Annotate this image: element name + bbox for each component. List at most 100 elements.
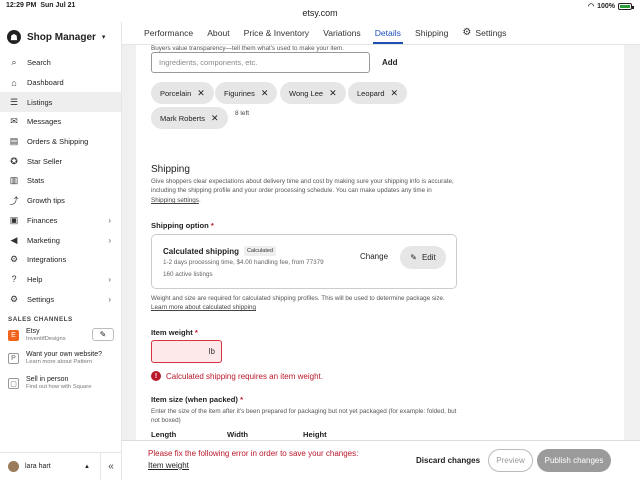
sidebar-item-label: Help [27,274,43,284]
sidebar-item-settings[interactable]: ⚙ Settings › [0,289,121,309]
user-menu[interactable]: lara hart ▲ « [0,452,121,480]
tab-label: About [207,27,230,38]
sidebar-item-integrations[interactable]: ⚙ Integrations [0,250,121,270]
required-marker: * [194,328,198,337]
channel-square[interactable]: ▢ Sell in person Find out how with Squar… [8,376,91,390]
material-chip[interactable]: Mark Roberts ✕ [151,107,228,129]
change-shipping-button[interactable]: Change [360,252,388,261]
channel-etsy[interactable]: E Etsy InventifDesigns [8,328,66,342]
sidebar-item-orders-shipping[interactable]: ▤ Orders & Shipping [0,132,121,152]
channel-pattern[interactable]: P Want your own website? Learn more abou… [8,351,102,365]
tab-price-inventory[interactable]: Price & Inventory [237,21,316,44]
edit-channel-button[interactable]: ✎ [92,328,114,341]
sidebar-item-label: Stats [27,176,45,186]
sidebar-item-star-seller[interactable]: ✪ Star Seller [0,151,121,171]
sidebar-item-search[interactable]: ⌕ Search [0,53,121,73]
channel-subtitle: Find out how with Square [26,384,92,390]
remove-chip-icon[interactable]: ✕ [329,88,337,99]
finances-icon: ▣ [9,214,19,225]
sidebar-item-help[interactable]: ? Help › [0,270,121,290]
tab-about[interactable]: About [200,21,236,44]
footer-error: Please fix the following error in order … [148,449,359,458]
required-marker: * [240,395,244,404]
edit-label: Edit [421,253,436,262]
chevron-right-icon: › [108,294,111,304]
item-weight-error-link[interactable]: Item weight [148,461,189,470]
remove-chip-icon[interactable]: ✕ [211,113,219,124]
stats-icon: ▥ [9,175,19,186]
gear-icon: ⚙ [462,27,472,38]
sidebar-item-finances[interactable]: ▣ Finances › [0,211,121,231]
integrations-icon: ⚙ [9,254,19,265]
shipping-description: Give shoppers clear expectations about d… [151,178,454,204]
channel-title: Etsy [26,328,40,335]
material-chip[interactable]: Leopard ✕ [348,82,408,104]
length-label: Length [151,430,177,439]
caret-up-icon: ▲ [84,463,90,470]
tab-label: Price & Inventory [243,27,310,38]
sidebar-item-marketing[interactable]: ◀ Marketing › [0,230,121,250]
square-icon: ▢ [8,378,19,389]
chip-label: Leopard [357,88,385,98]
wifi-icon: ◠ [587,3,595,10]
shipping-settings-link[interactable]: Shipping settings [151,197,199,204]
shipping-description-text: Give shoppers clear expectations about d… [151,178,454,195]
tab-label: Performance [144,27,194,38]
address-url[interactable]: etsy.com [0,8,640,18]
channel-subtitle: InventifDesigns [26,336,66,342]
tab-settings[interactable]: ⚙ Settings [455,21,513,44]
collapse-sidebar-icon[interactable]: « [100,453,121,480]
shipping-option-listings: 160 active listings [163,271,213,278]
materials-input[interactable] [151,52,370,73]
calculated-shipping-link[interactable]: Learn more about calculated shipping [151,304,256,311]
item-weight-label: Item weight * [151,328,198,337]
shop-manager-icon: ☗ [7,30,21,44]
sidebar-item-dashboard[interactable]: ⌂ Dashboard [0,73,121,93]
sidebar-item-messages[interactable]: ✉ Messages [0,112,121,132]
tab-shipping[interactable]: Shipping [408,21,455,44]
materials-remaining: 8 left [235,110,250,117]
avatar [8,461,19,472]
shop-manager-menu[interactable]: ☗ Shop Manager ▾ [7,30,105,44]
material-chip[interactable]: Wong Lee ✕ [280,82,346,104]
main-content: Buyers value transparency—tell them what… [122,45,640,440]
preview-button[interactable]: Preview [488,449,533,472]
pencil-icon: ✎ [410,253,417,262]
weight-error-text: Calculated shipping requires an item wei… [166,371,323,381]
sidebar-item-growth-tips[interactable]: ⤴ Growth tips [0,191,121,211]
tab-performance[interactable]: Performance [137,21,200,44]
tab-label: Variations [323,27,361,38]
star-seller-icon: ✪ [10,155,18,166]
material-chip[interactable]: Porcelain ✕ [151,82,214,104]
sidebar-item-stats[interactable]: ▥ Stats [0,171,121,191]
remove-chip-icon[interactable]: ✕ [261,88,269,99]
sidebar-nav: ⌕ Search ⌂ Dashboard ☰ Listings ✉ Messages ▤ Orde… [0,53,121,309]
material-chip[interactable]: Figurines ✕ [215,82,278,104]
sidebar-item-listings[interactable]: ☰ Listings [0,92,121,113]
sidebar-item-label: Settings [27,294,55,304]
edit-shipping-button[interactable]: ✎ Edit [400,246,446,269]
channel-title: Want your own website? [26,351,102,358]
sidebar-item-label: Orders & Shipping [27,137,89,147]
remove-chip-icon[interactable]: ✕ [391,88,399,99]
publish-changes-button[interactable]: Publish changes [537,449,611,472]
marketing-icon: ◀ [10,234,18,245]
battery-icon [618,2,634,10]
chevron-right-icon: › [108,235,111,245]
discard-changes-button[interactable]: Discard changes [416,456,480,465]
tab-variations[interactable]: Variations [316,21,368,44]
sidebar-item-label: Dashboard [27,78,64,88]
add-material-button[interactable]: Add [382,58,398,67]
caret-down-icon: ▾ [101,34,106,41]
sidebar-item-label: Listings [27,97,53,107]
sidebar-item-label: Messages [27,117,62,127]
item-weight-input[interactable]: lb [151,340,222,363]
tab-details[interactable]: Details [368,21,408,44]
remove-chip-icon[interactable]: ✕ [197,88,205,99]
height-label: Height [303,430,327,439]
shipping-option-detail: 1-2 days processing time, $4.00 handling… [163,259,324,266]
width-label: Width [227,430,249,439]
settings-icon: ⚙ [9,293,19,304]
channel-subtitle: Learn more about Pattern [26,359,93,365]
listing-tabs: Performance About Price & Inventory Variati… [122,22,640,45]
